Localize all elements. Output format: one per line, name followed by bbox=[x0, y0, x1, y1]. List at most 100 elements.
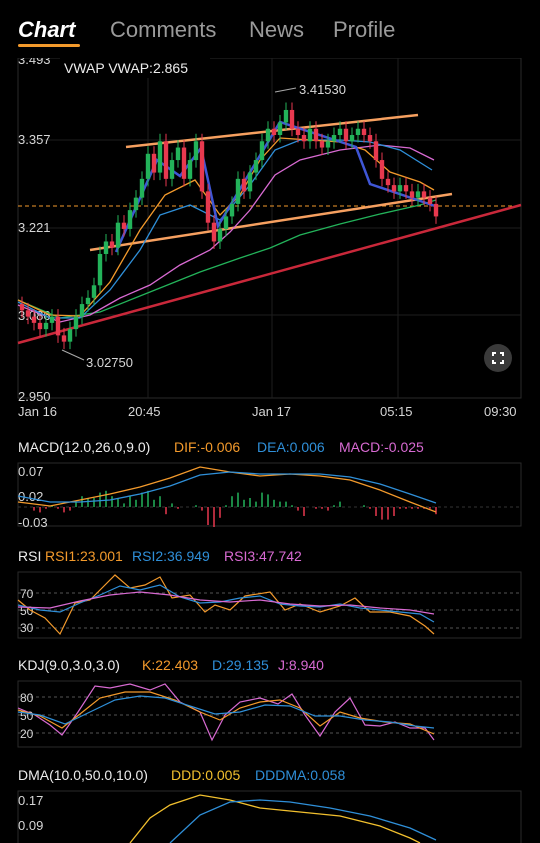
macd-tick: -0.03 bbox=[18, 515, 48, 530]
candle-body bbox=[223, 216, 229, 229]
candle-body bbox=[349, 135, 355, 142]
macd-panel: MACD(12.0,26.0,9.0) DIF:-0.006 DEA:0.006… bbox=[17, 439, 522, 530]
macd-dif: DIF:-0.006 bbox=[174, 439, 240, 455]
rsi-tick: 70 bbox=[20, 587, 34, 601]
time-tick: Jan 17 bbox=[252, 404, 291, 419]
candle-body bbox=[121, 222, 127, 229]
candle-body bbox=[427, 197, 433, 204]
rsi-tick: 30 bbox=[20, 621, 34, 635]
candle-body bbox=[325, 141, 331, 148]
candle-body bbox=[313, 128, 319, 142]
tab-comments[interactable]: Comments bbox=[110, 17, 216, 43]
candle-body bbox=[43, 322, 49, 330]
high-marker-label: 3.41530 bbox=[299, 82, 346, 97]
candle-body bbox=[211, 222, 217, 242]
candle-body bbox=[247, 172, 253, 192]
dma-ddd: DDD:0.005 bbox=[171, 767, 240, 783]
macd-title: MACD(12.0,26.0,9.0) bbox=[18, 439, 150, 455]
candle-body bbox=[391, 185, 397, 192]
price-panel: 3.493 3.357 3.221 3.086 2.950 VWAP VWAP:… bbox=[17, 58, 522, 419]
price-tick: 2.950 bbox=[18, 389, 51, 404]
candle-body bbox=[235, 178, 241, 204]
candles bbox=[19, 102, 439, 350]
candle-body bbox=[379, 160, 385, 179]
candle-body bbox=[289, 109, 295, 129]
candle-body bbox=[283, 109, 289, 123]
candle-body bbox=[37, 322, 43, 330]
rsi1-line bbox=[17, 574, 435, 636]
dma-panel: DMA(10.0,50.0,10.0) DDD:0.005 DDDMA:0.05… bbox=[17, 767, 522, 843]
price-tick: 3.221 bbox=[18, 220, 51, 235]
time-tick: 09:30 bbox=[484, 404, 517, 419]
candle-body bbox=[193, 141, 199, 161]
candle-body bbox=[337, 128, 343, 136]
rsi-panel: RSI RSI1:23.001 RSI2:36.949 RSI3:47.742 … bbox=[17, 548, 522, 639]
macd-tick: 0.07 bbox=[18, 464, 43, 479]
candle-body bbox=[373, 141, 379, 161]
dma-tick: 0.09 bbox=[18, 818, 43, 833]
kdj-title: KDJ(9.0,3.0,3.0) bbox=[18, 657, 120, 673]
candle-body bbox=[367, 135, 373, 142]
price-tick: 3.357 bbox=[18, 132, 51, 147]
time-tick: 20:45 bbox=[128, 404, 161, 419]
candle-body bbox=[181, 147, 187, 179]
kdj-j: J:8.940 bbox=[278, 657, 324, 673]
candle-body bbox=[97, 253, 103, 286]
candle-body bbox=[259, 141, 265, 161]
time-tick: Jan 16 bbox=[18, 404, 57, 419]
dma-frame bbox=[17, 790, 522, 843]
candle-body bbox=[415, 191, 421, 198]
kdj-tick: 80 bbox=[20, 691, 34, 705]
vwap-label: VWAP VWAP:2.865 bbox=[64, 60, 188, 76]
kdj-j-line bbox=[17, 683, 435, 742]
candle-body bbox=[175, 147, 181, 161]
dma-title: DMA(10.0,50.0,10.0) bbox=[18, 767, 148, 783]
chart-area[interactable]: 3.493 3.357 3.221 3.086 2.950 VWAP VWAP:… bbox=[0, 58, 540, 843]
candle-body bbox=[157, 141, 163, 173]
tab-chart[interactable]: Chart bbox=[18, 17, 75, 43]
candle-body bbox=[241, 178, 247, 192]
candle-body bbox=[103, 241, 109, 254]
candle-body bbox=[307, 128, 313, 142]
candle-body bbox=[139, 178, 145, 198]
candle-body bbox=[343, 128, 349, 142]
kdj-k: K:22.403 bbox=[142, 657, 198, 673]
candle-body bbox=[169, 160, 175, 179]
candle-body bbox=[361, 128, 367, 136]
candle-body bbox=[31, 316, 37, 323]
candle-body bbox=[133, 197, 139, 211]
dma-ddd-line bbox=[129, 794, 421, 843]
rsi-3: RSI3:47.742 bbox=[224, 548, 302, 564]
price-tick: 3.493 bbox=[18, 58, 51, 67]
kdj-d: D:29.135 bbox=[212, 657, 269, 673]
candle-body bbox=[319, 141, 325, 148]
candle-body bbox=[127, 210, 133, 229]
candle-body bbox=[115, 222, 121, 248]
macd-dif-line bbox=[17, 466, 437, 513]
active-tab-indicator bbox=[18, 44, 80, 47]
kdj-d-line bbox=[17, 695, 435, 729]
tab-profile[interactable]: Profile bbox=[333, 17, 395, 43]
low-marker-label: 3.02750 bbox=[86, 355, 133, 370]
tab-news[interactable]: News bbox=[249, 17, 304, 43]
macd-value: MACD:-0.025 bbox=[339, 439, 424, 455]
candle-body bbox=[109, 241, 115, 248]
expand-icon bbox=[492, 352, 504, 364]
macd-histogram bbox=[33, 490, 437, 527]
candle-body bbox=[67, 329, 73, 342]
candle-body bbox=[19, 304, 25, 311]
dma-tick: 0.17 bbox=[18, 793, 43, 808]
candle-body bbox=[79, 304, 85, 317]
candle-body bbox=[73, 316, 79, 330]
candle-body bbox=[205, 191, 211, 223]
candle-body bbox=[217, 228, 223, 242]
kdj-panel: KDJ(9.0,3.0,3.0) K:22.403 D:29.135 J:8.9… bbox=[17, 657, 522, 748]
candle-body bbox=[199, 141, 205, 192]
high-marker-line bbox=[274, 87, 297, 93]
support-trendline bbox=[17, 203, 522, 345]
fullscreen-button[interactable] bbox=[484, 344, 512, 372]
candle-body bbox=[301, 135, 307, 142]
candle-body bbox=[271, 128, 277, 136]
candle-body bbox=[151, 153, 157, 173]
rsi2-line bbox=[17, 584, 435, 623]
